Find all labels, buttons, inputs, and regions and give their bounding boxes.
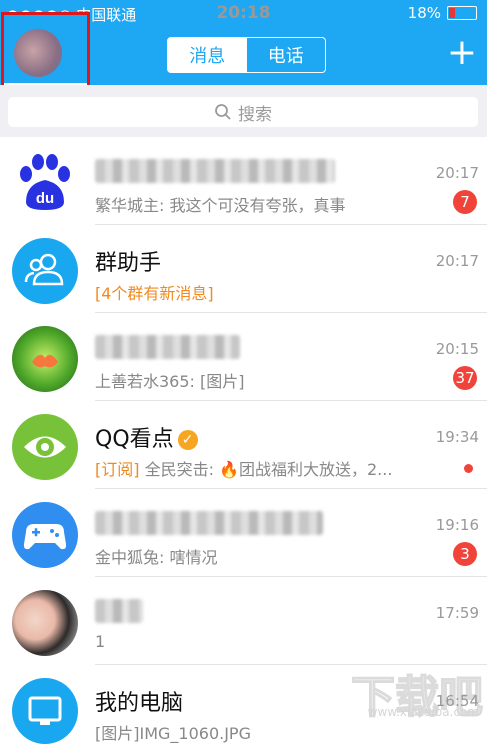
watermark: 下载吧 www.xiazaiba.com	[343, 661, 484, 724]
add-icon[interactable]: +	[447, 35, 477, 71]
search-placeholder: 搜索	[238, 104, 272, 125]
list-item[interactable]: du 繁华城主: 我这个可没有夸张，真事 20:17 7	[0, 137, 487, 225]
user-photo-avatar	[12, 590, 78, 656]
contact-name-blurred	[95, 599, 143, 623]
eye-icon	[12, 414, 78, 480]
search-input[interactable]: 搜索	[8, 97, 478, 127]
watermark-url: www.xiazaiba.com	[367, 705, 479, 719]
group-avatar	[12, 326, 78, 392]
message-preview: [订阅] 全民突击: 🔥团战福利大放送，2...	[95, 460, 393, 479]
message-time: 19:34	[435, 428, 479, 446]
tab-messages[interactable]: 消息	[168, 38, 247, 72]
message-time: 17:59	[435, 604, 479, 622]
svg-text:du: du	[36, 190, 54, 207]
contact-name: 我的电脑	[95, 691, 184, 716]
unread-badge: 37	[453, 366, 477, 390]
verified-icon: ✓	[177, 430, 198, 450]
message-time: 20:15	[435, 340, 479, 358]
search-icon	[215, 104, 231, 120]
message-preview: 金中狐兔: 嗐情况	[95, 548, 218, 567]
message-time: 20:17	[435, 164, 479, 182]
gamepad-icon	[12, 502, 78, 568]
list-item[interactable]: QQ看点 ✓ [订阅] 全民突击: 🔥团战福利大放送，2... 19:34	[0, 401, 487, 489]
battery-percent: 18%	[407, 4, 441, 22]
message-time: 19:16	[435, 516, 479, 534]
message-preview: [4个群有新消息]	[95, 284, 214, 303]
message-time: 20:17	[435, 252, 479, 270]
list-item[interactable]: 1 17:59	[0, 577, 487, 665]
message-preview: [图片]IMG_1060.JPG	[95, 724, 251, 743]
list-item[interactable]: 上善若水365: [图片] 20:15 37	[0, 313, 487, 401]
message-preview: 繁华城主: 我这个可没有夸张，真事	[95, 196, 346, 215]
list-item[interactable]: 群助手 [4个群有新消息] 20:17	[0, 225, 487, 313]
group-assistant-icon	[12, 238, 78, 304]
computer-icon	[12, 678, 78, 744]
unread-dot	[464, 464, 473, 473]
battery-icon	[447, 6, 477, 20]
search-row: 搜索	[0, 85, 487, 137]
contact-name-blurred	[95, 335, 240, 359]
tab-calls[interactable]: 电话	[247, 38, 326, 72]
avatar[interactable]	[14, 29, 62, 77]
contact-name: QQ看点 ✓	[95, 421, 198, 453]
list-item[interactable]: 金中狐兔: 嗐情况 19:16 3	[0, 489, 487, 577]
tab-switcher: 消息 电话	[167, 37, 326, 73]
baidu-icon: du	[12, 150, 78, 216]
unread-badge: 7	[453, 190, 477, 214]
contact-name-blurred	[95, 159, 335, 183]
subscription-tag: [订阅]	[95, 460, 140, 479]
contact-name-blurred	[95, 511, 323, 535]
unread-badge: 3	[453, 542, 477, 566]
status-right: 18%	[408, 4, 477, 22]
contact-name: 群助手	[95, 251, 162, 276]
message-preview: 上善若水365: [图片]	[95, 372, 245, 391]
message-preview: 1	[95, 632, 106, 651]
